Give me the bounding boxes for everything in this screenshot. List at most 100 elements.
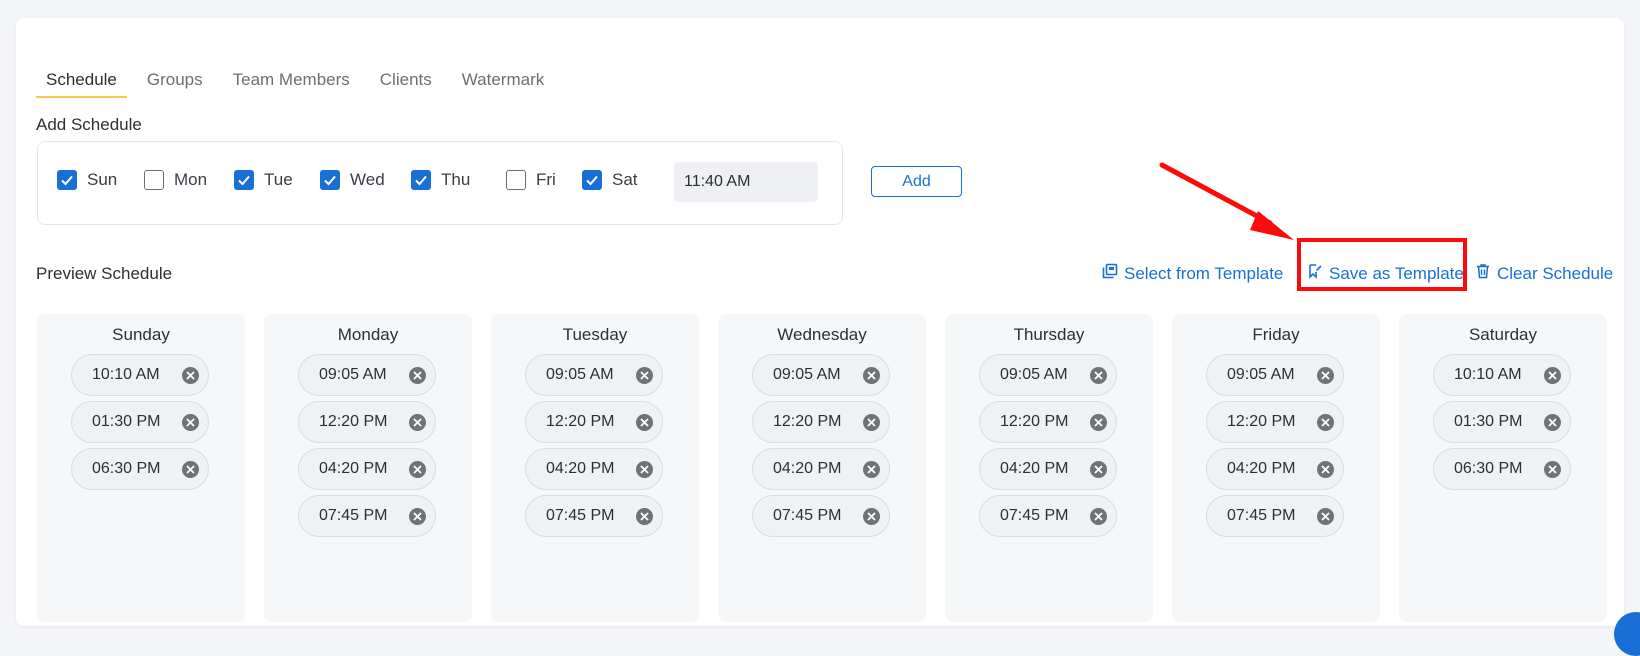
remove-time-icon[interactable]: [1544, 460, 1561, 478]
remove-time-icon[interactable]: [1544, 366, 1561, 384]
select-from-template-button[interactable]: Select from Template: [1102, 263, 1283, 284]
remove-time-icon[interactable]: [863, 413, 880, 431]
annotation-highlight-box: [1297, 238, 1467, 291]
time-chip-label: 12:20 PM: [546, 413, 615, 430]
day-column-title: Thursday: [1013, 325, 1085, 344]
time-chip: 12:20 PM: [298, 401, 436, 443]
tab-team-members[interactable]: Team Members: [223, 58, 360, 98]
time-chip: 12:20 PM: [979, 401, 1117, 443]
day-column-title: Wednesday: [777, 325, 867, 344]
time-chip: 10:10 AM: [71, 354, 209, 396]
checkbox-unchecked-icon: [144, 170, 164, 190]
checkbox-checked-icon: [411, 170, 431, 190]
remove-time-icon[interactable]: [863, 507, 880, 525]
day-checkbox-sun[interactable]: Sun: [57, 170, 117, 190]
remove-time-icon[interactable]: [636, 460, 653, 478]
tab-schedule[interactable]: Schedule: [36, 58, 127, 98]
preview-schedule-title: Preview Schedule: [36, 264, 173, 283]
schedule-card: Schedule Groups Team Members Clients Wat…: [16, 18, 1624, 626]
day-column-title: Monday: [337, 325, 399, 344]
time-chip: 10:10 AM: [1433, 354, 1571, 396]
day-column-title: Sunday: [112, 325, 170, 344]
remove-time-icon[interactable]: [863, 460, 880, 478]
remove-time-icon[interactable]: [409, 507, 426, 525]
tab-groups[interactable]: Groups: [137, 58, 213, 98]
add-schedule-panel: Sun Mon Tue Wed Thu Fri Sat 11:40 AM: [37, 141, 843, 225]
time-chip-label: 10:10 AM: [92, 366, 160, 383]
day-checkbox-sat[interactable]: Sat: [582, 170, 638, 190]
remove-time-icon[interactable]: [1090, 460, 1107, 478]
time-chip: 07:45 PM: [525, 495, 663, 537]
day-checkbox-tue[interactable]: Tue: [234, 170, 293, 190]
tab-bar: Schedule Groups Team Members Clients Wat…: [36, 58, 564, 98]
remove-time-icon[interactable]: [636, 507, 653, 525]
time-chip: 04:20 PM: [525, 448, 663, 490]
time-input[interactable]: 11:40 AM: [674, 162, 818, 202]
clear-schedule-label: Clear Schedule: [1497, 263, 1614, 283]
remove-time-icon[interactable]: [1317, 413, 1334, 431]
time-chip-label: 06:30 PM: [1454, 460, 1523, 477]
time-chip: 04:20 PM: [298, 448, 436, 490]
day-checkbox-mon[interactable]: Mon: [144, 170, 207, 190]
checkbox-checked-icon: [320, 170, 340, 190]
time-chip: 04:20 PM: [752, 448, 890, 490]
remove-time-icon[interactable]: [1544, 413, 1561, 431]
time-chip: 12:20 PM: [752, 401, 890, 443]
remove-time-icon[interactable]: [1090, 366, 1107, 384]
time-chip-label: 04:20 PM: [1227, 460, 1296, 477]
tab-watermark[interactable]: Watermark: [452, 58, 555, 98]
time-chip-label: 12:20 PM: [319, 413, 388, 430]
time-chip-label: 01:30 PM: [92, 413, 161, 430]
remove-time-icon[interactable]: [863, 366, 880, 384]
remove-time-icon[interactable]: [182, 460, 199, 478]
remove-time-icon[interactable]: [1090, 413, 1107, 431]
day-label: Tue: [264, 170, 293, 189]
remove-time-icon[interactable]: [636, 413, 653, 431]
remove-time-icon[interactable]: [182, 413, 199, 431]
time-chip-label: 07:45 PM: [1227, 507, 1296, 524]
time-chip: 06:30 PM: [71, 448, 209, 490]
remove-time-icon[interactable]: [636, 366, 653, 384]
remove-time-icon[interactable]: [409, 460, 426, 478]
time-chip-label: 09:05 AM: [773, 366, 841, 383]
remove-time-icon[interactable]: [409, 413, 426, 431]
day-label: Fri: [536, 170, 556, 189]
checkbox-checked-icon: [582, 170, 602, 190]
time-chip-label: 09:05 AM: [1000, 366, 1068, 383]
time-chip-label: 07:45 PM: [773, 507, 842, 524]
add-button[interactable]: Add: [871, 166, 962, 197]
remove-time-icon[interactable]: [182, 366, 199, 384]
time-chip: 07:45 PM: [752, 495, 890, 537]
time-chip-label: 07:45 PM: [546, 507, 615, 524]
remove-time-icon[interactable]: [1090, 507, 1107, 525]
select-from-template-label: Select from Template: [1124, 263, 1284, 283]
checkbox-checked-icon: [57, 170, 77, 190]
remove-time-icon[interactable]: [1317, 366, 1334, 384]
remove-time-icon[interactable]: [1317, 507, 1334, 525]
day-checkbox-thu[interactable]: Thu: [411, 170, 470, 190]
trash-icon: [1475, 263, 1491, 284]
time-chip: 09:05 AM: [979, 354, 1117, 396]
day-label: Sat: [612, 170, 638, 189]
time-chip-label: 09:05 AM: [319, 366, 387, 383]
remove-time-icon[interactable]: [1317, 460, 1334, 478]
time-chip-label: 07:45 PM: [1000, 507, 1069, 524]
time-chip: 07:45 PM: [1206, 495, 1344, 537]
day-column-sunday: Sunday 10:10 AM 01:30 PM 06:30 PM: [37, 314, 245, 622]
day-checkbox-fri[interactable]: Fri: [506, 170, 556, 190]
add-schedule-title: Add Schedule: [36, 115, 142, 134]
time-chip: 06:30 PM: [1433, 448, 1571, 490]
day-label: Sun: [87, 170, 118, 189]
time-chip-label: 07:45 PM: [319, 507, 388, 524]
time-chip-label: 12:20 PM: [1000, 413, 1069, 430]
clear-schedule-button[interactable]: Clear Schedule: [1475, 263, 1613, 284]
day-label: Thu: [441, 170, 471, 189]
template-copy-icon: [1102, 263, 1118, 284]
tab-clients[interactable]: Clients: [370, 58, 442, 98]
remove-time-icon[interactable]: [409, 366, 426, 384]
time-chip: 07:45 PM: [298, 495, 436, 537]
day-column-tuesday: Tuesday 09:05 AM 12:20 PM 04:20 PM 07:45 PM: [491, 314, 699, 622]
day-label: Wed: [350, 170, 385, 189]
time-chip: 07:45 PM: [979, 495, 1117, 537]
day-checkbox-wed[interactable]: Wed: [320, 170, 385, 190]
